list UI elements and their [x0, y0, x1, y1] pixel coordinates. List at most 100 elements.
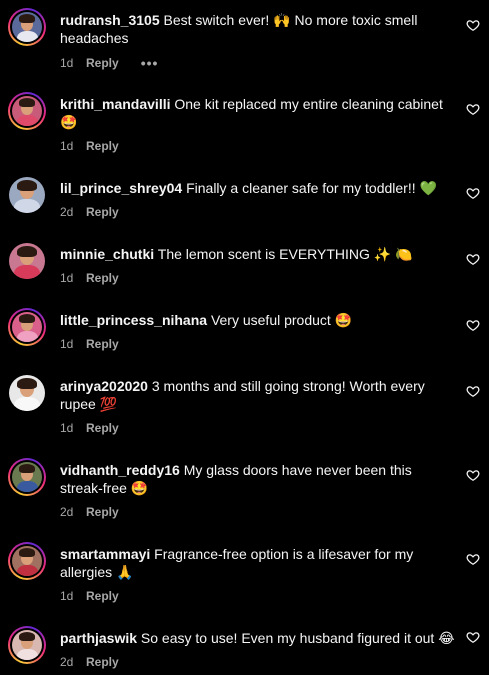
avatar-hair — [16, 245, 38, 257]
avatar-body — [16, 564, 38, 576]
comment-meta: 2d Reply — [60, 655, 119, 669]
comment-body: Very useful product 🤩 — [210, 312, 353, 328]
heart-outline-icon[interactable] — [466, 102, 480, 116]
avatar-hair — [18, 464, 36, 474]
heart-outline-icon[interactable] — [466, 384, 480, 398]
comment-text: krithi_mandavilli One kit replaced my en… — [60, 95, 455, 131]
comment-meta: 1d Reply ••• — [60, 55, 158, 71]
comment-username[interactable]: parthjaswik — [60, 630, 137, 646]
heart-outline-icon[interactable] — [466, 630, 480, 644]
reply-button[interactable]: Reply — [86, 589, 119, 603]
avatar-body — [16, 114, 38, 126]
comment-text: minnie_chutki The lemon scent is EVERYTH… — [60, 245, 455, 263]
more-options-icon[interactable]: ••• — [141, 55, 159, 71]
comment-body: So easy to use! Even my husband figured … — [140, 630, 455, 646]
comment-meta: 2d Reply — [60, 505, 119, 519]
reply-button[interactable]: Reply — [86, 655, 119, 669]
reply-button[interactable]: Reply — [86, 421, 119, 435]
avatar-hair — [18, 314, 36, 324]
comment-timestamp: 2d — [60, 655, 74, 669]
comment-username[interactable]: little_princess_nihana — [60, 312, 207, 328]
comment-meta: 1d Reply — [60, 337, 119, 351]
avatar[interactable] — [8, 242, 46, 280]
avatar-hair — [18, 632, 36, 642]
avatar-image — [12, 630, 42, 660]
heart-outline-icon[interactable] — [466, 18, 480, 32]
avatar[interactable] — [8, 176, 46, 214]
avatar-image — [12, 312, 42, 342]
comment-timestamp: 2d — [60, 505, 74, 519]
avatar-body — [14, 265, 40, 279]
heart-outline-icon[interactable] — [466, 186, 480, 200]
avatar[interactable] — [8, 458, 46, 496]
avatar-ring-gap — [8, 374, 46, 412]
reply-button[interactable]: Reply — [86, 139, 119, 153]
comment-meta: 1d Reply — [60, 139, 119, 153]
avatar-body — [16, 330, 38, 342]
comment-username[interactable]: vidhanth_reddy16 — [60, 462, 180, 478]
comment-username[interactable]: minnie_chutki — [60, 246, 154, 262]
comment-text: rudransh_3105 Best switch ever! 🙌 No mor… — [60, 11, 455, 47]
comment-body: Finally a cleaner safe for my toddler!! … — [186, 180, 437, 196]
avatar-body — [16, 648, 38, 660]
comment-timestamp: 2d — [60, 205, 74, 219]
avatar-body — [14, 397, 40, 411]
avatar-hair — [18, 98, 36, 108]
comment-body: The lemon scent is EVERYTHING ✨ 🍋 — [157, 246, 413, 262]
avatar-hair — [18, 548, 36, 558]
comment-text: lil_prince_shrey04 Finally a cleaner saf… — [60, 179, 455, 197]
comment-text: little_princess_nihana Very useful produ… — [60, 311, 455, 329]
reply-button[interactable]: Reply — [86, 56, 119, 70]
heart-outline-icon[interactable] — [466, 318, 480, 332]
comment-username[interactable]: lil_prince_shrey04 — [60, 180, 182, 196]
avatar-ring-gap — [10, 460, 44, 494]
avatar[interactable] — [8, 374, 46, 412]
comment-timestamp: 1d — [60, 337, 74, 351]
comment-username[interactable]: arinya202020 — [60, 378, 148, 394]
comment-username[interactable]: krithi_mandavilli — [60, 96, 170, 112]
avatar-ring-gap — [10, 310, 44, 344]
avatar-image — [9, 243, 45, 279]
comment-timestamp: 1d — [60, 56, 74, 70]
heart-outline-icon[interactable] — [466, 252, 480, 266]
avatar-ring-gap — [8, 176, 46, 214]
avatar-image — [12, 546, 42, 576]
avatar[interactable] — [8, 92, 46, 130]
avatar-body — [16, 480, 38, 492]
avatar-image — [12, 462, 42, 492]
comment-text: arinya202020 3 months and still going st… — [60, 377, 455, 413]
comment-timestamp: 1d — [60, 271, 74, 285]
heart-outline-icon[interactable] — [466, 468, 480, 482]
avatar-hair — [18, 14, 36, 24]
comment-username[interactable]: smartammayi — [60, 546, 150, 562]
reply-button[interactable]: Reply — [86, 505, 119, 519]
avatar-image — [9, 375, 45, 411]
comment-text: vidhanth_reddy16 My glass doors have nev… — [60, 461, 455, 497]
comment-meta: 1d Reply — [60, 271, 119, 285]
heart-outline-icon[interactable] — [466, 552, 480, 566]
comment-meta: 2d Reply — [60, 205, 119, 219]
comment-timestamp: 1d — [60, 589, 74, 603]
avatar[interactable] — [8, 8, 46, 46]
avatar-ring-gap — [10, 94, 44, 128]
reply-button[interactable]: Reply — [86, 337, 119, 351]
avatar-image — [12, 12, 42, 42]
avatar-ring-gap — [10, 10, 44, 44]
comment-text: smartammayi Fragrance-free option is a l… — [60, 545, 455, 581]
avatar-ring-gap — [8, 242, 46, 280]
avatar[interactable] — [8, 542, 46, 580]
comment-username[interactable]: rudransh_3105 — [60, 12, 160, 28]
avatar[interactable] — [8, 308, 46, 346]
reply-button[interactable]: Reply — [86, 271, 119, 285]
comment-meta: 1d Reply — [60, 589, 119, 603]
reply-button[interactable]: Reply — [86, 205, 119, 219]
comment-timestamp: 1d — [60, 139, 74, 153]
avatar-image — [12, 96, 42, 126]
avatar-body — [14, 199, 40, 213]
avatar-hair — [16, 377, 38, 389]
comment-meta: 1d Reply — [60, 421, 119, 435]
avatar-image — [9, 177, 45, 213]
avatar-ring-gap — [10, 544, 44, 578]
avatar[interactable] — [8, 626, 46, 664]
avatar-body — [16, 30, 38, 42]
